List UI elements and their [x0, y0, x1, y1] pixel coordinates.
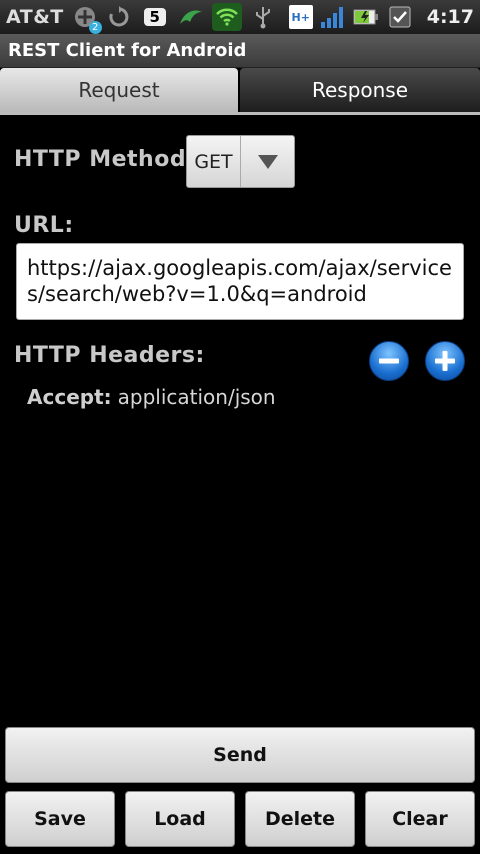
- save-button[interactable]: Save: [5, 791, 115, 847]
- http-headers-label: HTTP Headers:: [14, 343, 205, 368]
- dropdown-arrow-icon: [241, 136, 294, 187]
- url-input[interactable]: https://ajax.googleapis.com/ajax/service…: [16, 243, 464, 320]
- dolphin-icon: [178, 4, 204, 30]
- header-entry[interactable]: Accept: application/json: [27, 385, 276, 409]
- battery-charging-icon: [353, 4, 379, 30]
- remove-header-button[interactable]: [369, 341, 409, 381]
- http-method-label: HTTP Method:: [14, 147, 196, 172]
- minus-icon: [379, 358, 399, 364]
- clock: 4:17: [426, 6, 474, 28]
- http-method-value: GET: [187, 136, 241, 187]
- add-header-button[interactable]: [425, 341, 465, 381]
- usb-icon: [250, 4, 276, 30]
- badge-number: 5: [143, 8, 166, 26]
- network-type: H+: [291, 10, 310, 24]
- notification-add-icon: 2: [72, 4, 102, 34]
- tab-divider: [0, 112, 480, 115]
- tab-bar: Request Response: [0, 68, 480, 114]
- delete-button[interactable]: Delete: [245, 791, 355, 847]
- http-method-spinner[interactable]: GET: [186, 135, 295, 188]
- sync-icon: [106, 4, 132, 30]
- tab-request[interactable]: Request: [0, 68, 238, 112]
- tab-response[interactable]: Response: [240, 68, 480, 112]
- header-value: application/json: [117, 385, 276, 409]
- network-type-icon: H+: [288, 5, 313, 29]
- header-key: Accept:: [27, 385, 112, 409]
- wifi-icon: [211, 3, 242, 31]
- status-bar: AT&T 2 5 H+ 4:17: [0, 0, 480, 34]
- signal-strength-icon: [319, 4, 345, 30]
- send-button[interactable]: Send: [5, 727, 475, 783]
- clear-button[interactable]: Clear: [365, 791, 475, 847]
- plus-icon: [435, 351, 455, 371]
- load-button[interactable]: Load: [125, 791, 235, 847]
- app-title: REST Client for Android: [8, 40, 247, 61]
- app-title-bar: REST Client for Android: [0, 34, 480, 68]
- checkbox-notification-icon: [387, 4, 413, 30]
- carrier-name: AT&T: [6, 6, 64, 28]
- url-label: URL:: [14, 213, 74, 238]
- badge-icon: 5: [140, 4, 170, 30]
- notification-count: 2: [88, 21, 102, 34]
